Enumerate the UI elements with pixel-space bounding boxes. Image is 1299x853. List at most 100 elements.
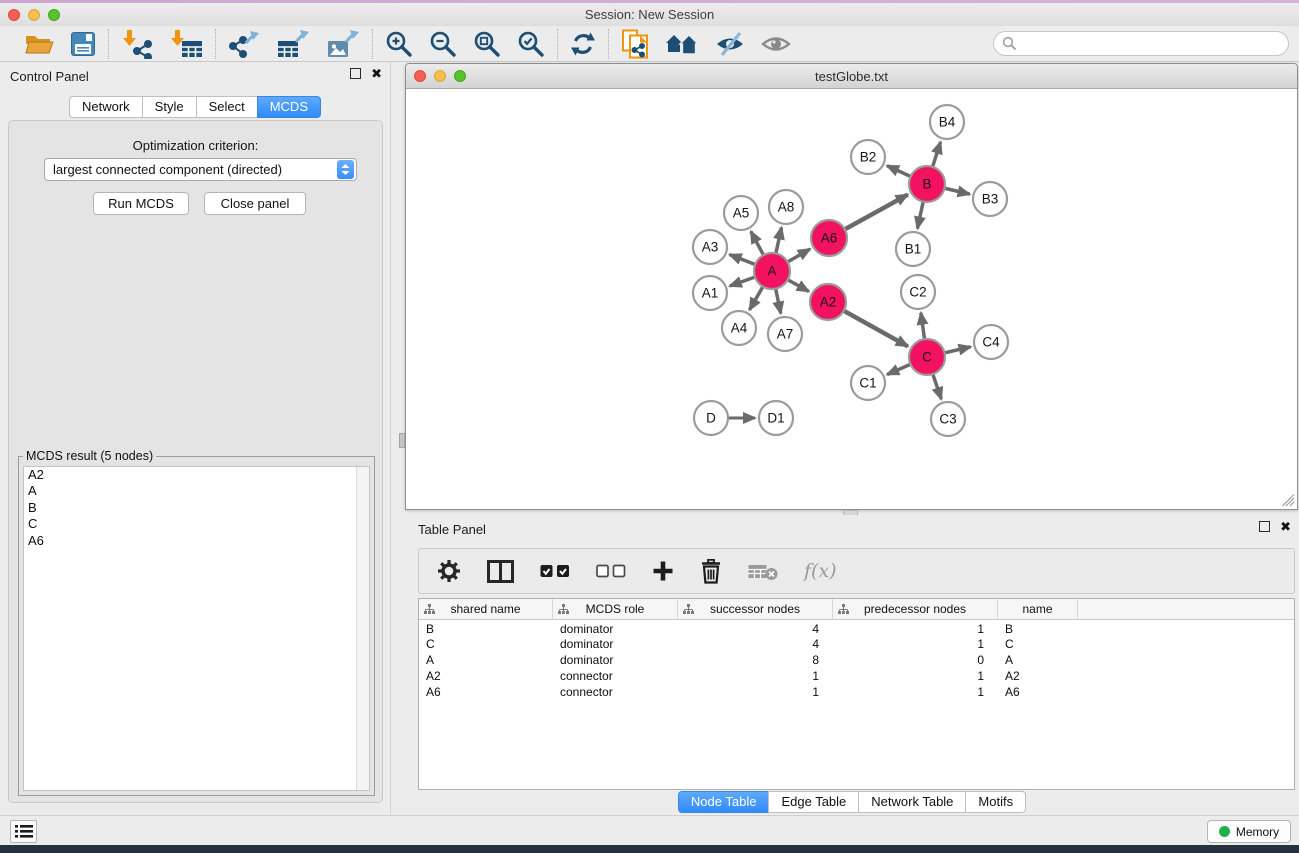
- eye-icon[interactable]: [761, 33, 791, 55]
- float-panel-icon[interactable]: [1259, 521, 1270, 532]
- tab-network[interactable]: Network: [69, 96, 143, 118]
- table-row[interactable]: A2connector11A2: [419, 667, 1294, 683]
- scrollbar-track[interactable]: [356, 467, 369, 790]
- cell[interactable]: B: [419, 620, 553, 636]
- cell[interactable]: 1: [833, 683, 998, 699]
- table-panel: Table Panel ✖: [405, 515, 1299, 815]
- cell[interactable]: B: [998, 620, 1078, 636]
- cell[interactable]: A2: [998, 667, 1078, 683]
- columns-icon[interactable]: [487, 560, 514, 583]
- table-row[interactable]: Adominator80A: [419, 652, 1294, 668]
- trash-icon[interactable]: [700, 559, 722, 584]
- mcds-result-list[interactable]: A2ABCA6: [23, 466, 370, 791]
- resize-grip-icon[interactable]: [1282, 494, 1295, 507]
- column-header-filler: [1078, 599, 1294, 620]
- export-network-icon[interactable]: [228, 29, 260, 59]
- delete-table-icon[interactable]: [748, 561, 778, 581]
- node-label-A: A: [767, 264, 776, 279]
- cell-filler: [1078, 652, 1294, 668]
- mcds-result-item[interactable]: A: [24, 483, 369, 499]
- cell[interactable]: A6: [419, 683, 553, 699]
- cell[interactable]: A6: [998, 683, 1078, 699]
- homes-icon[interactable]: [665, 31, 699, 57]
- settings-gear-icon[interactable]: [437, 559, 461, 583]
- refresh-icon[interactable]: [570, 31, 596, 57]
- import-network-icon[interactable]: [121, 29, 153, 59]
- column-header-predecessor-nodes[interactable]: predecessor nodes: [833, 599, 998, 620]
- mcds-result-item[interactable]: A6: [24, 533, 369, 549]
- document-share-icon[interactable]: [621, 29, 649, 59]
- cell[interactable]: connector: [553, 683, 678, 699]
- cell[interactable]: dominator: [553, 636, 678, 652]
- splitter-handle[interactable]: [399, 433, 405, 448]
- import-table-icon[interactable]: [169, 29, 203, 59]
- cell[interactable]: 1: [678, 683, 833, 699]
- close-panel-icon[interactable]: ✖: [371, 68, 382, 79]
- column-header-mcds-role[interactable]: MCDS role: [553, 599, 678, 620]
- zoom-in-icon[interactable]: [385, 30, 413, 58]
- zoom-selected-icon[interactable]: [517, 30, 545, 58]
- cell[interactable]: 1: [833, 620, 998, 636]
- mcds-tab-content: Optimization criterion: largest connecte…: [8, 120, 383, 803]
- cell[interactable]: C: [419, 636, 553, 652]
- cell[interactable]: 0: [833, 652, 998, 668]
- mcds-result-item[interactable]: B: [24, 500, 369, 516]
- cell[interactable]: A: [419, 652, 553, 668]
- export-image-icon[interactable]: [326, 29, 360, 59]
- search-input[interactable]: [1017, 36, 1288, 51]
- node-label-B: B: [922, 177, 931, 192]
- function-builder-icon: f(x): [804, 560, 837, 582]
- open-folder-icon[interactable]: [24, 31, 54, 57]
- cell[interactable]: 4: [678, 620, 833, 636]
- float-panel-icon[interactable]: [350, 68, 361, 79]
- cell[interactable]: A: [998, 652, 1078, 668]
- mcds-result-item[interactable]: C: [24, 516, 369, 532]
- cell[interactable]: dominator: [553, 620, 678, 636]
- tab-mcds[interactable]: MCDS: [257, 96, 321, 118]
- cell[interactable]: 1: [678, 667, 833, 683]
- cell[interactable]: 8: [678, 652, 833, 668]
- zoom-fit-icon[interactable]: [473, 30, 501, 58]
- cell[interactable]: C: [998, 636, 1078, 652]
- column-header-name[interactable]: name: [998, 599, 1078, 620]
- memory-button[interactable]: Memory: [1207, 820, 1291, 843]
- table-row[interactable]: A6connector11A6: [419, 683, 1294, 699]
- eye-slash-icon[interactable]: [715, 31, 745, 57]
- column-header-shared-name[interactable]: shared name: [419, 599, 553, 620]
- node-table[interactable]: shared nameMCDS rolesuccessor nodesprede…: [418, 598, 1295, 790]
- mcds-result-item[interactable]: A2: [24, 467, 369, 483]
- check-all-icon[interactable]: [540, 564, 570, 578]
- table-row[interactable]: Bdominator41B: [419, 620, 1294, 636]
- zoom-out-icon[interactable]: [429, 30, 457, 58]
- cell[interactable]: 1: [833, 636, 998, 652]
- criterion-dropdown[interactable]: largest connected component (directed): [44, 158, 357, 181]
- cell[interactable]: connector: [553, 667, 678, 683]
- run-mcds-button[interactable]: Run MCDS: [93, 192, 189, 215]
- table-header-row: shared nameMCDS rolesuccessor nodesprede…: [419, 599, 1294, 620]
- export-table-icon[interactable]: [276, 29, 310, 59]
- node-label-A4: A4: [731, 321, 748, 336]
- task-history-button[interactable]: [10, 820, 37, 843]
- cell[interactable]: dominator: [553, 652, 678, 668]
- table-row[interactable]: Cdominator41C: [419, 636, 1294, 652]
- node-label-C1: C1: [859, 376, 876, 391]
- close-panel-button[interactable]: Close panel: [204, 192, 306, 215]
- tab-edge-table[interactable]: Edge Table: [768, 791, 859, 813]
- uncheck-all-icon[interactable]: [596, 564, 626, 578]
- cell[interactable]: 4: [678, 636, 833, 652]
- search-field[interactable]: [993, 31, 1289, 56]
- cell[interactable]: A2: [419, 667, 553, 683]
- add-icon[interactable]: [652, 560, 674, 582]
- tab-node-table[interactable]: Node Table: [678, 791, 770, 813]
- tab-select[interactable]: Select: [196, 96, 258, 118]
- column-header-successor-nodes[interactable]: successor nodes: [678, 599, 833, 620]
- save-icon[interactable]: [70, 31, 96, 57]
- close-panel-icon[interactable]: ✖: [1280, 521, 1291, 532]
- network-window-titlebar[interactable]: testGlobe.txt: [406, 64, 1297, 89]
- tab-style[interactable]: Style: [142, 96, 197, 118]
- cell[interactable]: 1: [833, 667, 998, 683]
- tab-network-table[interactable]: Network Table: [858, 791, 966, 813]
- network-graph[interactable]: B4B2BB3A5A8A6A3B1AA1C2A2A4A7C4CC1C3DD1: [406, 89, 1297, 509]
- network-canvas[interactable]: B4B2BB3A5A8A6A3B1AA1C2A2A4A7C4CC1C3DD1: [406, 89, 1297, 509]
- tab-motifs[interactable]: Motifs: [965, 791, 1026, 813]
